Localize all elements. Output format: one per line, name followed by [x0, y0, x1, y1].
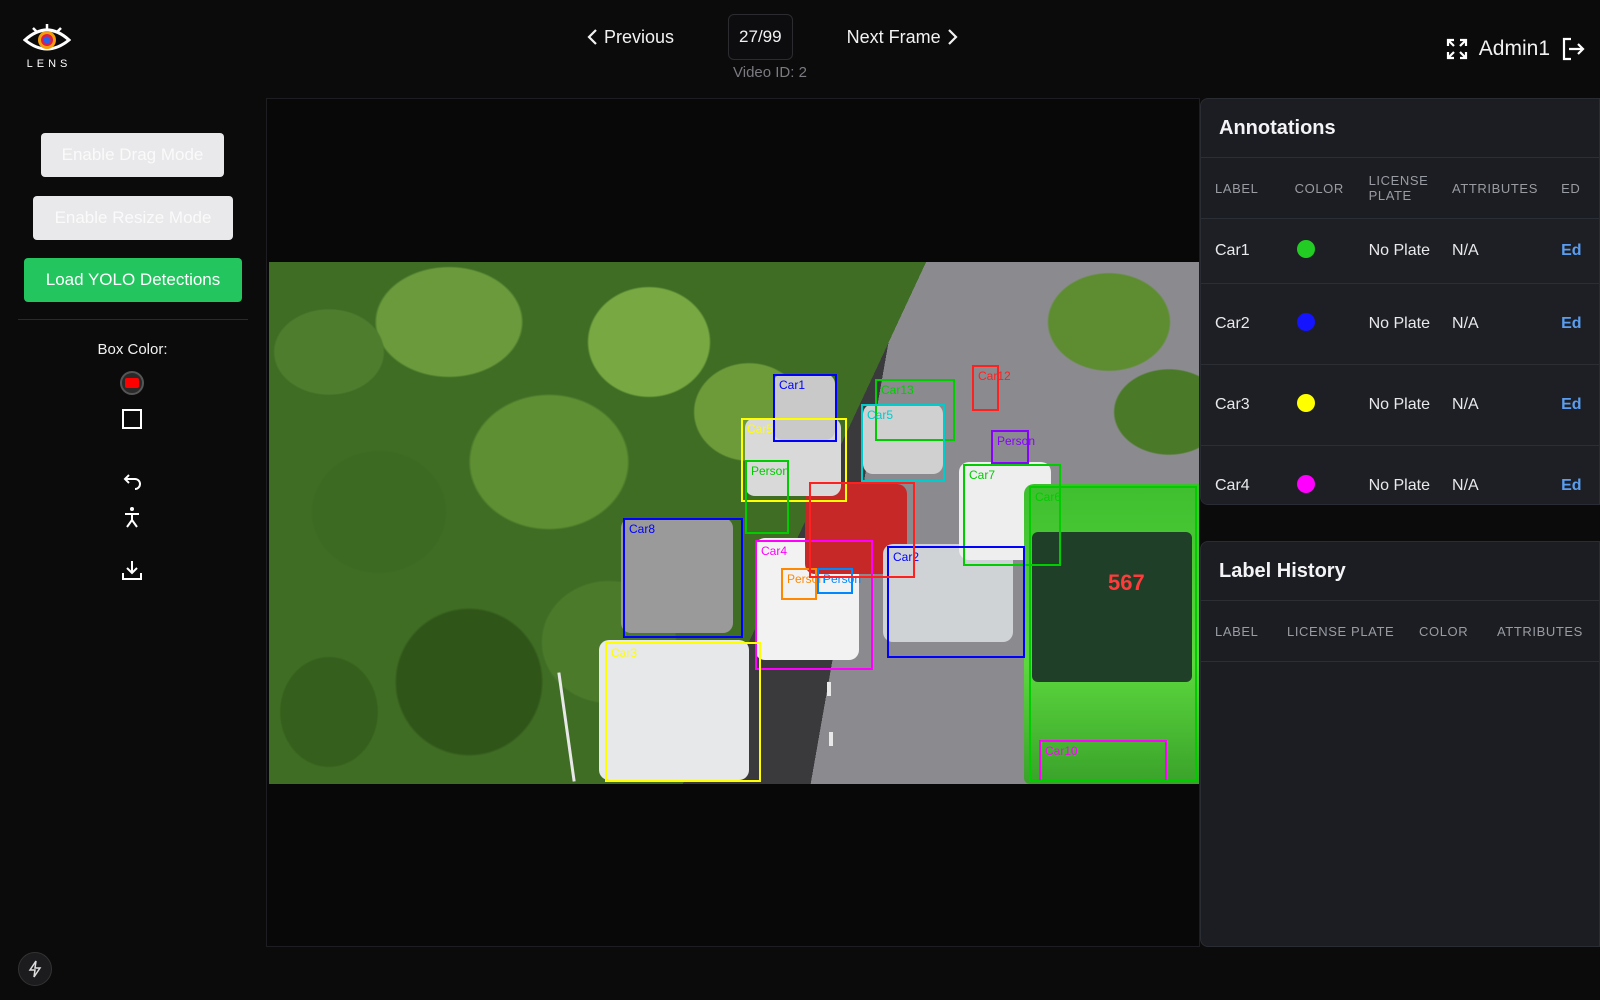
- annotations-panel: Annotations LABEL COLOR LICENSE PLATE AT…: [1200, 98, 1600, 505]
- header-edit: ED: [1561, 180, 1581, 196]
- annotations-header-row: LABEL COLOR LICENSE PLATE ATTRIBUTES ED: [1201, 158, 1599, 219]
- app-logo: LENS: [20, 22, 74, 78]
- enable-drag-mode-button[interactable]: Enable Drag Mode: [41, 133, 224, 177]
- annotation-license-plate: No Plate: [1368, 396, 1430, 413]
- annotation-color: [1295, 239, 1369, 263]
- bounding-box[interactable]: [809, 482, 915, 578]
- box-color-outline-toggle[interactable]: [122, 409, 142, 429]
- left-toolbar: Enable Drag Mode Enable Resize Mode Load…: [0, 98, 265, 978]
- bounding-box[interactable]: Person: [745, 460, 789, 534]
- header-license-plate: LICENSE PLATE: [1368, 173, 1429, 203]
- edit-annotation-button[interactable]: Ed: [1561, 242, 1599, 260]
- bounding-box-label: Person: [997, 434, 1036, 448]
- history-header-license-plate: LICENSE PLATE: [1287, 623, 1395, 639]
- bounding-box-label: Person: [751, 464, 790, 478]
- bolt-icon: [28, 960, 42, 978]
- annotation-color: [1295, 312, 1369, 336]
- toolbar-divider: [18, 319, 248, 320]
- video-id: Video ID: 2: [733, 64, 807, 81]
- edit-annotation-button[interactable]: Ed: [1561, 396, 1599, 414]
- color-dot: [1296, 474, 1315, 493]
- lane-mark: [827, 682, 831, 696]
- label-history-title: Label History: [1201, 542, 1599, 601]
- admin-name[interactable]: Admin1: [1479, 37, 1550, 61]
- bounding-box-label: Car3: [611, 646, 638, 660]
- annotation-row[interactable]: Car2 No Plate N/A Ed: [1201, 284, 1599, 365]
- color-dot: [1296, 239, 1315, 258]
- annotation-row[interactable]: Car4 No Plate N/A Ed: [1201, 446, 1599, 504]
- label-history-panel: Label History LABEL LICENSE PLATE COLOR …: [1200, 541, 1600, 947]
- header-label: LABEL: [1215, 180, 1259, 196]
- selected-color-fill: [125, 378, 139, 388]
- annotation-label: Car4: [1215, 477, 1250, 494]
- annotation-license-plate: No Plate: [1368, 242, 1430, 259]
- lane-mark: [829, 732, 833, 746]
- bolt-button[interactable]: [18, 952, 52, 986]
- previous-frame-button[interactable]: Previous: [580, 19, 680, 56]
- annotation-license-plate: No Plate: [1368, 477, 1430, 494]
- annotation-attributes: N/A: [1452, 242, 1479, 259]
- annotation-color: [1295, 393, 1369, 417]
- annotation-license-plate: No Plate: [1368, 315, 1430, 332]
- bounding-box[interactable]: Car8: [623, 518, 743, 638]
- logo-text: LENS: [26, 58, 72, 70]
- bounding-box-label: Car7: [969, 468, 996, 482]
- annotation-label: Car1: [1215, 242, 1250, 259]
- undo-icon[interactable]: [120, 469, 144, 493]
- color-dot: [1296, 393, 1315, 412]
- bounding-box[interactable]: Car6: [1029, 486, 1197, 782]
- video-frame[interactable]: 567 Car1 Car13 Car12 Car5 Car5 Person Pe…: [269, 262, 1199, 784]
- bounding-box[interactable]: Person: [991, 430, 1035, 464]
- previous-frame-label: Previous: [604, 26, 675, 47]
- next-frame-label: Next Frame: [846, 26, 941, 47]
- bounding-box-label: Car5: [747, 422, 774, 436]
- annotations-title: Annotations: [1201, 99, 1599, 158]
- next-frame-button[interactable]: Next Frame: [841, 19, 965, 56]
- eye-logo-icon: [23, 24, 71, 51]
- bounding-box[interactable]: Car3: [605, 642, 761, 782]
- history-header-label: LABEL: [1215, 623, 1259, 639]
- bounding-box-label: Car1: [779, 378, 806, 392]
- edit-annotation-button[interactable]: Ed: [1561, 315, 1599, 333]
- bounding-box-label: Car5: [867, 408, 894, 422]
- annotation-row[interactable]: Car1 No Plate N/A Ed: [1201, 219, 1599, 284]
- bounding-box-label: Car12: [978, 369, 1011, 383]
- box-color-label: Box Color:: [97, 341, 168, 358]
- bounding-box[interactable]: Car12: [972, 365, 1011, 411]
- bounding-box[interactable]: Car5: [861, 404, 945, 482]
- load-yolo-detections-button[interactable]: Load YOLO Detections: [24, 258, 242, 302]
- chevron-right-icon: [947, 29, 958, 45]
- box-color-swatch[interactable]: [120, 371, 144, 395]
- user-area: Admin1: [1445, 36, 1586, 62]
- annotation-color: [1295, 474, 1369, 498]
- history-header-row: LABEL LICENSE PLATE COLOR ATTRIBUTES: [1201, 601, 1599, 662]
- chevron-left-icon: [587, 29, 597, 45]
- edit-annotation-button[interactable]: Ed: [1561, 477, 1599, 495]
- download-icon[interactable]: [120, 558, 144, 582]
- header-color: COLOR: [1294, 180, 1344, 196]
- annotation-canvas[interactable]: 567 Car1 Car13 Car12 Car5 Car5 Person Pe…: [266, 98, 1200, 947]
- history-header-color: COLOR: [1419, 623, 1469, 639]
- annotation-attributes: N/A: [1452, 477, 1479, 494]
- annotation-label: Car3: [1215, 396, 1250, 413]
- frame-navigation: Previous 27/99 Next Frame: [580, 14, 965, 60]
- annotation-attributes: N/A: [1452, 396, 1479, 413]
- bounding-box-label: Car4: [761, 544, 788, 558]
- logout-icon[interactable]: [1560, 36, 1586, 62]
- fullscreen-icon[interactable]: [1445, 37, 1469, 61]
- bounding-box-label: Car13: [881, 383, 914, 397]
- color-dot: [1296, 312, 1315, 331]
- annotation-attributes: N/A: [1452, 315, 1479, 332]
- annotation-label: Car2: [1215, 315, 1250, 332]
- enable-resize-mode-button[interactable]: Enable Resize Mode: [33, 196, 233, 240]
- history-header-attributes: ATTRIBUTES: [1497, 623, 1583, 639]
- bounding-box-label: Car8: [629, 522, 656, 536]
- header-attributes: ATTRIBUTES: [1452, 180, 1538, 196]
- annotation-row[interactable]: Car3 No Plate N/A Ed: [1201, 365, 1599, 446]
- person-icon[interactable]: [120, 505, 144, 529]
- bounding-box-label: Car6: [1035, 490, 1062, 504]
- frame-counter[interactable]: 27/99: [728, 14, 793, 60]
